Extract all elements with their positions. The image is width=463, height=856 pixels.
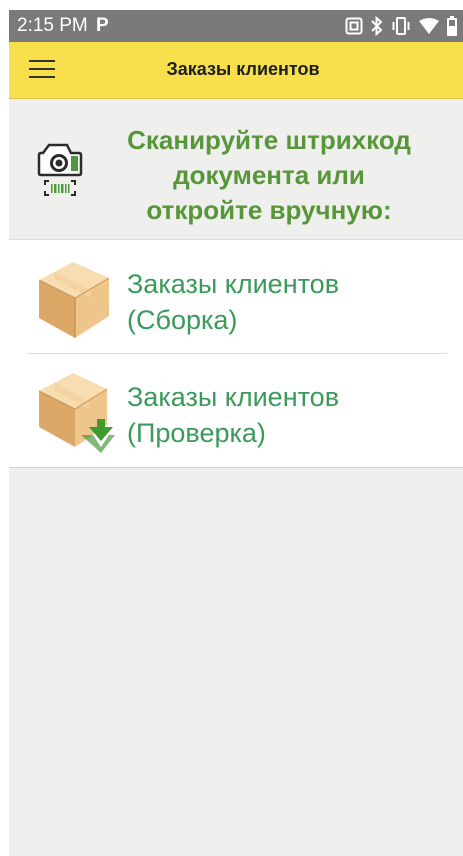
menu-item-label: Заказы клиентов (Сборка) [127,266,447,338]
scan-line-1: Сканируйте штрихкод [127,125,411,155]
app-screen: 2:15 PM P Заказы клиентов Сканируйте штр… [9,10,463,856]
menu-item-subtitle: (Проверка) [127,418,266,448]
bluetooth-icon [371,16,383,36]
menu-item-orders-checking[interactable]: Заказы клиентов (Проверка) [9,353,463,467]
scan-instruction-text: Сканируйте штрихкод документа или открой… [109,123,429,228]
status-time: 2:15 PM [17,15,88,36]
menu-item-label: Заказы клиентов (Проверка) [127,379,447,451]
menu-item-title: Заказы клиентов [127,382,340,412]
scan-prompt: Сканируйте штрихкод документа или открой… [9,99,463,239]
menu-item-orders-picking[interactable]: Заказы клиентов (Сборка) [9,240,463,354]
vibrate-icon [392,17,410,35]
camera-barcode-icon [37,143,83,196]
app-bar: Заказы клиентов [9,42,463,99]
box-download-icon [38,373,115,453]
status-icons [345,15,457,37]
wifi-icon [419,18,439,34]
scan-line-3: откройте вручную: [146,195,392,225]
document-menu-list: Заказы клиентов (Сборка) Заказы клиентов… [9,239,463,468]
menu-item-subtitle: (Сборка) [127,305,238,335]
menu-item-title: Заказы клиентов [127,269,340,299]
scan-line-2: документа или [173,160,365,190]
box-icon [38,262,110,338]
status-bar: 2:15 PM P [9,10,463,42]
parking-app-icon: P [96,15,109,36]
battery-icon [447,16,457,36]
app-title: Заказы клиентов [166,59,320,79]
nfc-icon [345,17,363,35]
